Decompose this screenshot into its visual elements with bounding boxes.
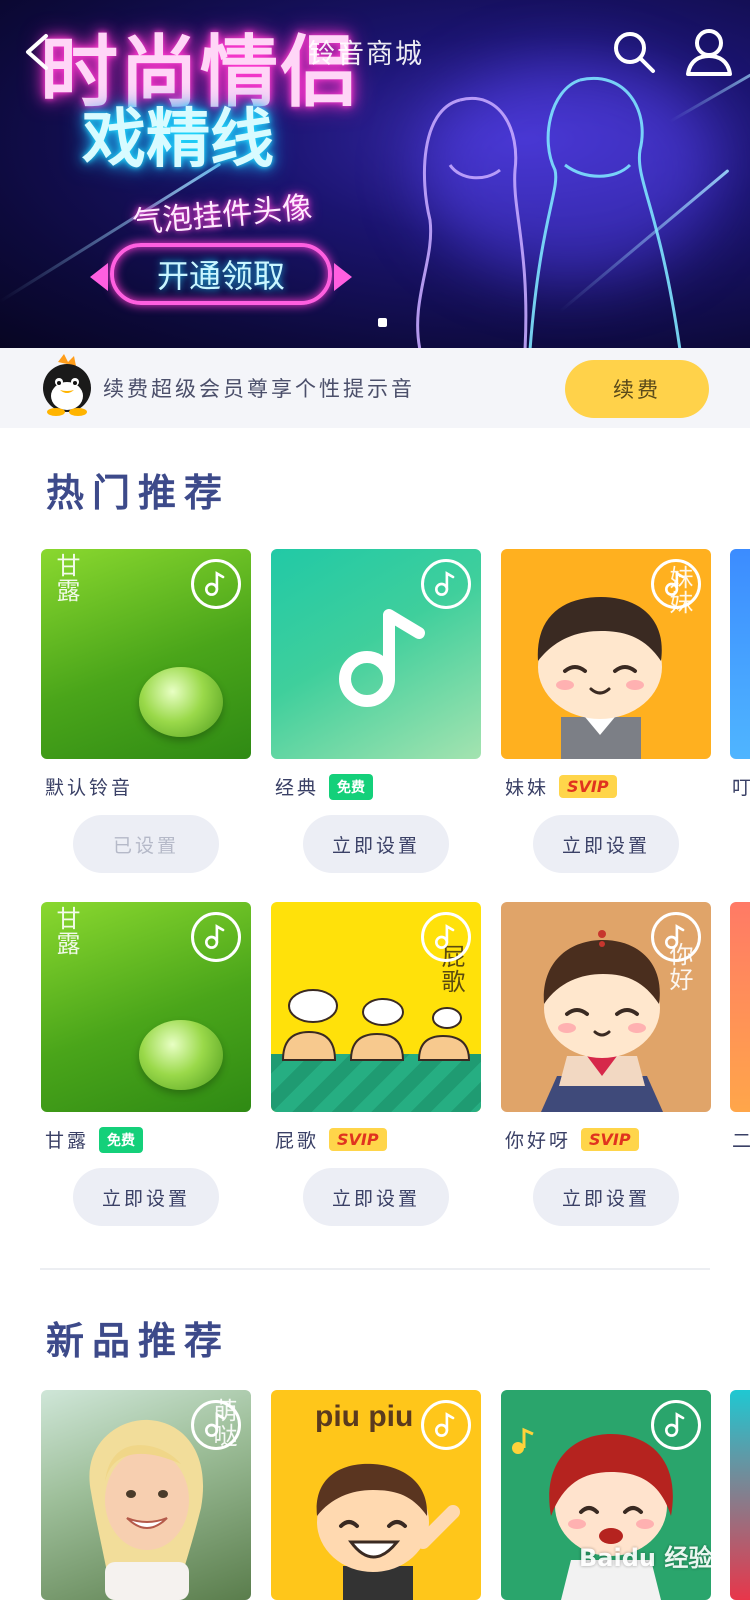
left-arrow-icon [90, 263, 108, 291]
ringtone-card[interactable]: 你好 你好呀 SVIP 立即设置 [501, 902, 711, 1226]
grass-stripes [271, 1054, 481, 1112]
ringtone-card[interactable]: 屁歌 屁歌 SVIP 立即设置 [271, 902, 481, 1226]
carousel-indicator[interactable] [378, 318, 387, 327]
next-card-peek-label: 叮 [732, 777, 750, 799]
set-now-button[interactable]: 立即设置 [73, 1168, 219, 1226]
next-card-peek[interactable] [730, 549, 750, 759]
page-title: 铃音商城 [308, 39, 424, 70]
ringtone-name: 甘露 免费 [45, 1126, 144, 1153]
ringtone-thumbnail[interactable]: 屁歌 [271, 902, 481, 1112]
ringtone-name: 屁歌 SVIP [275, 1126, 387, 1153]
free-badge: 免费 [329, 773, 374, 800]
small-music-note-icon [512, 1427, 534, 1454]
water-drop [139, 667, 223, 737]
ringtone-thumbnail[interactable]: piu piu [271, 1390, 481, 1600]
thumbnail-text: 甘露 [52, 553, 80, 603]
large-music-note-icon [339, 609, 425, 707]
qq-penguin-icon [43, 354, 91, 416]
cartoon-bottoms-illustration [281, 989, 471, 1061]
girl-character-illustration [541, 930, 663, 1112]
search-icon[interactable] [610, 28, 658, 76]
section-title-new: 新品推荐 [46, 1319, 231, 1363]
vip-renew-strip: 续费超级会员尊享个性提示音 续费 [0, 348, 750, 428]
vip-promo-text: 续费超级会员尊享个性提示音 [103, 377, 415, 401]
set-now-button[interactable]: 立即设置 [303, 1168, 449, 1226]
banner-cta-label: 开通领取 [156, 257, 285, 295]
banner[interactable]: 时尚情侣 戏精线 气泡挂件头像 开通领取 铃音商城 [0, 0, 750, 348]
music-note-icon[interactable] [421, 559, 471, 609]
renew-button[interactable]: 续费 [565, 360, 709, 418]
music-note-icon[interactable] [191, 912, 241, 962]
ringtone-card[interactable]: 甘露 默认铃音 已设置 [41, 549, 251, 873]
ringtone-card[interactable]: 萌哒 [41, 1390, 251, 1600]
ringtone-name: 妹妹 SVIP [505, 773, 617, 800]
ringtone-name-text: 经典 [275, 777, 320, 799]
ringtone-card[interactable]: Baidu 经验 [501, 1390, 711, 1600]
music-note-icon[interactable] [651, 912, 701, 962]
free-badge: 免费 [99, 1126, 144, 1153]
ringtone-thumbnail[interactable]: 妹妹 [501, 549, 711, 759]
ringtone-card[interactable]: 经典 免费 立即设置 [271, 549, 481, 873]
music-note-icon[interactable] [191, 559, 241, 609]
ringtone-thumbnail[interactable]: 萌哒 [41, 1390, 251, 1600]
already-set-button[interactable]: 已设置 [73, 815, 219, 873]
ringtone-name-text: 默认铃音 [45, 777, 134, 799]
banner-subhead: 戏精线 [82, 102, 274, 177]
set-now-button[interactable]: 立即设置 [303, 815, 449, 873]
set-now-button[interactable]: 立即设置 [533, 1168, 679, 1226]
music-note-icon[interactable] [651, 1400, 701, 1450]
next-card-peek-label: 二 [732, 1130, 750, 1152]
ringtone-card[interactable]: piu piu [271, 1390, 481, 1600]
user-profile-icon[interactable] [684, 26, 734, 78]
ringtone-thumbnail[interactable]: 甘露 [41, 902, 251, 1112]
back-arrow-icon[interactable] [18, 30, 58, 74]
ringtone-card[interactable]: 妹妹 妹妹 SVIP 立即设置 [501, 549, 711, 873]
ringtone-name: 经典 免费 [275, 773, 374, 800]
ringtone-name-text: 屁歌 [275, 1130, 320, 1152]
music-note-icon[interactable] [421, 1400, 471, 1450]
ringtone-name-text: 妹妹 [505, 777, 550, 799]
next-card-peek[interactable] [730, 902, 750, 1112]
ringtone-name: 默认铃音 [45, 773, 133, 800]
boy-character-illustration [537, 597, 662, 759]
ringtone-card[interactable]: 甘露 甘露 免费 立即设置 [41, 902, 251, 1226]
boy-character-illustration [316, 1463, 460, 1600]
thumbnail-text: 甘露 [52, 906, 80, 956]
ringtone-name: 你好呀 SVIP [505, 1126, 639, 1153]
section-title-hot: 热门推荐 [46, 471, 231, 515]
next-card-peek[interactable] [730, 1390, 750, 1600]
baidu-watermark: Baidu 经验 [579, 1544, 711, 1572]
ringtone-thumbnail[interactable] [271, 549, 481, 759]
ringtone-thumbnail[interactable]: 甘露 [41, 549, 251, 759]
banner-cta-button[interactable]: 开通领取 [90, 243, 352, 305]
thumbnail-text: piu piu [315, 1400, 414, 1433]
svip-badge: SVIP [559, 775, 617, 798]
music-note-icon[interactable] [191, 1400, 241, 1450]
ringtone-thumbnail[interactable]: 你好 [501, 902, 711, 1112]
ringtone-name-text: 甘露 [45, 1130, 90, 1152]
water-drop [139, 1020, 223, 1090]
svip-badge: SVIP [329, 1128, 387, 1151]
music-note-icon[interactable] [651, 559, 701, 609]
couple-illustration [416, 77, 682, 348]
ringtone-thumbnail[interactable]: Baidu 经验 [501, 1390, 711, 1600]
ringtone-name-text: 你好呀 [505, 1130, 572, 1152]
svip-badge: SVIP [581, 1128, 639, 1151]
section-divider [40, 1268, 710, 1270]
set-now-button[interactable]: 立即设置 [533, 815, 679, 873]
music-note-icon[interactable] [421, 912, 471, 962]
banner-tagline: 气泡挂件头像 [131, 190, 314, 241]
right-arrow-icon [334, 263, 352, 291]
